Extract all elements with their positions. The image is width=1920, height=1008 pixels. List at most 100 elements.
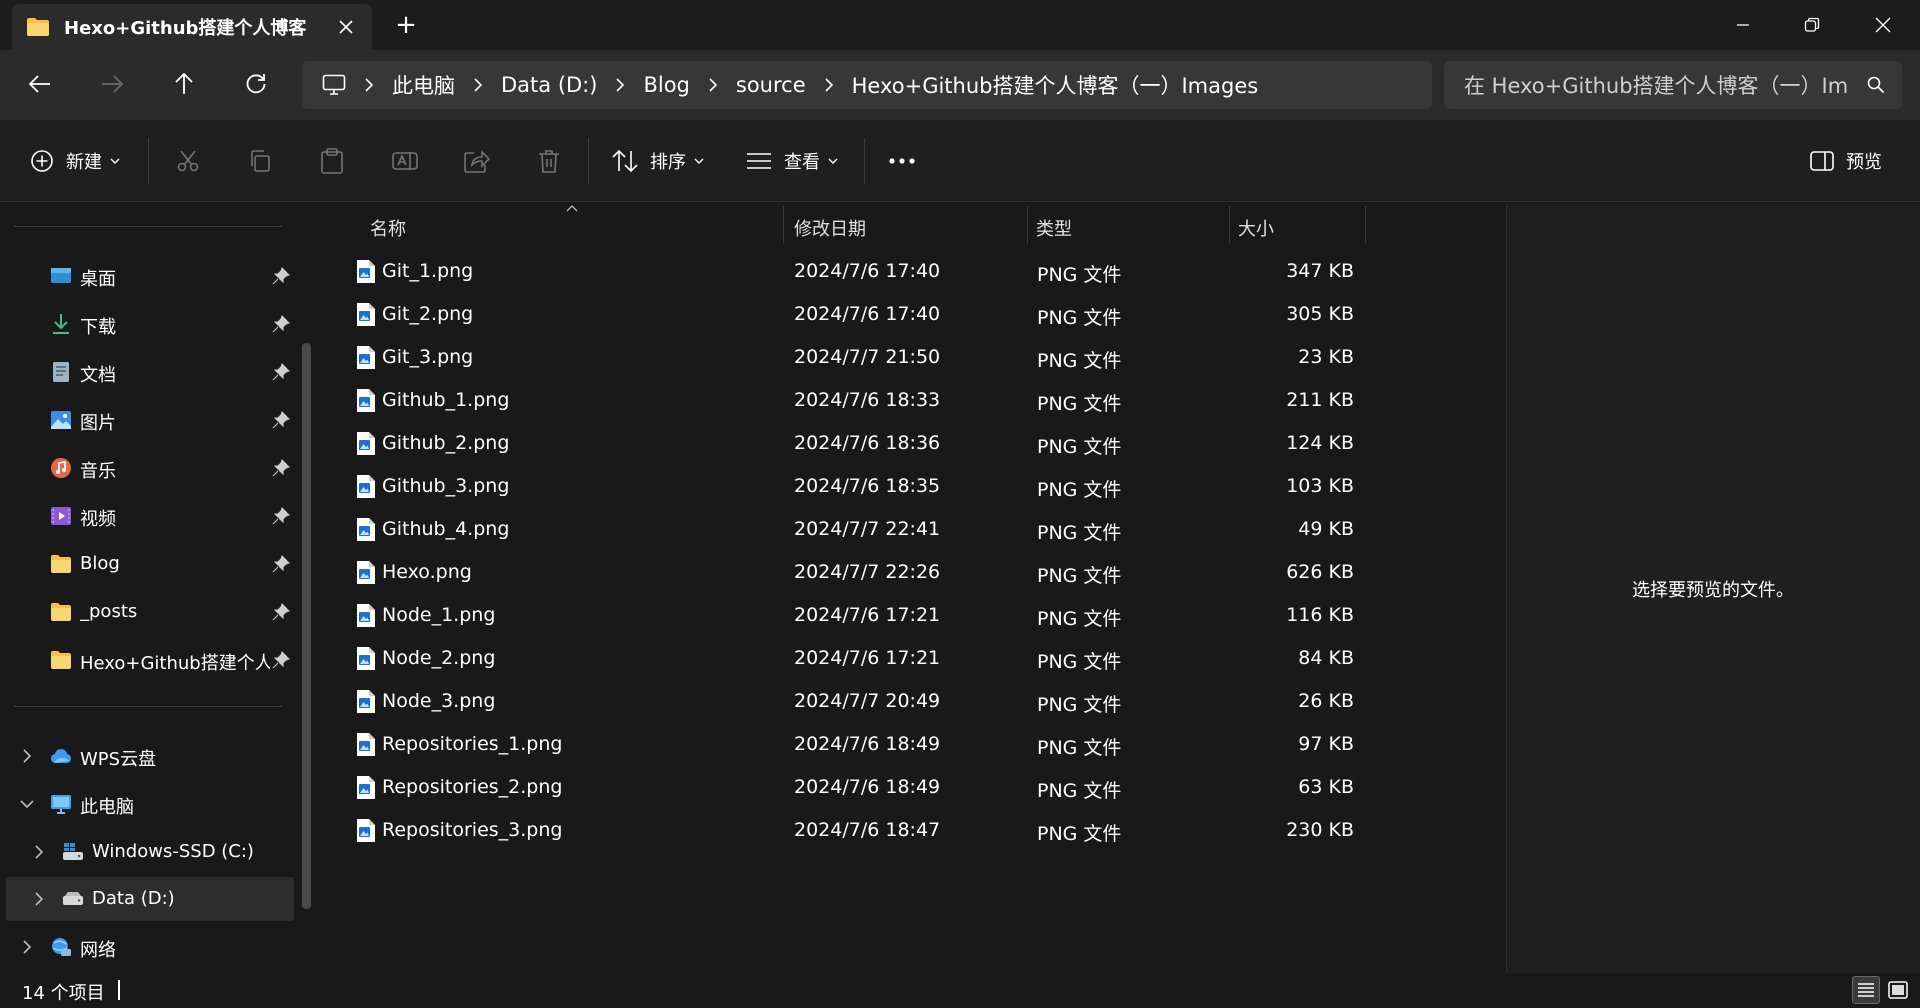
forward-button[interactable] — [92, 64, 132, 104]
file-row[interactable]: Repositories_2.png 2024/7/6 18:49 PNG 文件 63… — [340, 766, 1370, 809]
refresh-icon — [246, 74, 266, 94]
sidebar-item-blog[interactable]: Blog — [0, 542, 300, 586]
pin-icon[interactable] — [272, 411, 290, 429]
view-button[interactable]: 查看 — [746, 146, 838, 176]
sidebar-item-downloads[interactable]: 下载 — [0, 302, 300, 346]
file-row[interactable]: Node_1.png 2024/7/6 17:21 PNG 文件 116 KB — [340, 594, 1370, 637]
sidebar-item-hexo-images[interactable]: Hexo+Github搭建个人博客（一）Images — [0, 638, 300, 682]
preview-pane-icon — [1810, 151, 1834, 171]
preview-pane-button[interactable]: 预览 — [1810, 146, 1882, 176]
breadcrumb-item[interactable]: source — [736, 73, 806, 97]
column-separator[interactable] — [1027, 206, 1028, 244]
file-row[interactable]: Node_3.png 2024/7/7 20:49 PNG 文件 26 KB — [340, 680, 1370, 723]
sidebar-item-network[interactable]: 网络 — [0, 925, 300, 969]
file-row[interactable]: Repositories_3.png 2024/7/6 18:47 PNG 文件 23… — [340, 809, 1370, 852]
sort-button[interactable]: 排序 — [612, 146, 704, 176]
address-bar[interactable]: 此电脑 Data (D:) Blog source Hexo+Github搭建个… — [302, 61, 1432, 109]
toolbar-divider — [148, 138, 149, 184]
new-button[interactable]: 新建 — [30, 146, 120, 176]
breadcrumb-item[interactable]: Hexo+Github搭建个人博客（一）Images — [852, 70, 1259, 100]
breadcrumb-item[interactable]: Data (D:) — [501, 73, 597, 97]
column-header-size[interactable]: 大小 — [1238, 210, 1363, 246]
paste-button[interactable] — [320, 146, 344, 176]
back-button[interactable] — [20, 64, 60, 104]
sidebar-item-windows-ssd[interactable]: Windows-SSD (C:) — [0, 830, 300, 874]
pin-icon[interactable] — [272, 603, 290, 621]
pin-icon[interactable] — [272, 459, 290, 477]
pin-icon[interactable] — [272, 507, 290, 525]
close-tab-icon[interactable] — [334, 15, 358, 39]
file-size: 49 KB — [1298, 518, 1354, 540]
chevron-down-icon[interactable] — [18, 795, 36, 813]
sidebar-item-videos[interactable]: 视频 — [0, 494, 300, 538]
tab-active[interactable]: Hexo+Github搭建个人博客（一 — [12, 4, 372, 50]
more-options-button[interactable] — [888, 146, 916, 176]
close-window-button[interactable] — [1860, 8, 1906, 42]
file-row[interactable]: Git_2.png 2024/7/6 17:40 PNG 文件 305 KB — [340, 293, 1370, 336]
file-date: 2024/7/6 18:33 — [794, 389, 941, 411]
column-header-label: 大小 — [1238, 219, 1274, 240]
pin-icon[interactable] — [272, 363, 290, 381]
column-separator[interactable] — [783, 206, 784, 244]
file-row[interactable]: Github_3.png 2024/7/6 18:35 PNG 文件 103 KB — [340, 465, 1370, 508]
column-separator[interactable] — [1229, 206, 1230, 244]
add-circle-icon — [31, 150, 53, 172]
restore-button[interactable] — [1789, 8, 1835, 42]
pin-icon[interactable] — [272, 555, 290, 573]
search-input[interactable]: 在 Hexo+Github搭建个人博客（一）Images 中搜索 — [1444, 61, 1902, 109]
breadcrumb-item[interactable]: Blog — [643, 73, 689, 97]
column-header-date[interactable]: 修改日期 — [794, 210, 1024, 246]
column-header-type[interactable]: 类型 — [1036, 210, 1226, 246]
sidebar-item-pictures[interactable]: 图片 — [0, 398, 300, 442]
folder-icon — [51, 651, 71, 669]
tiles-view-button[interactable] — [1884, 976, 1912, 1004]
details-view-button[interactable] — [1852, 976, 1880, 1004]
up-button[interactable] — [164, 64, 204, 104]
breadcrumb-item[interactable]: 此电脑 — [392, 70, 455, 100]
file-row[interactable]: Hexo.png 2024/7/7 22:26 PNG 文件 626 KB — [340, 551, 1370, 594]
sidebar-item-data-drive[interactable]: Data (D:) — [6, 877, 294, 921]
minimize-button[interactable] — [1720, 8, 1766, 42]
file-row[interactable]: Git_3.png 2024/7/7 21:50 PNG 文件 23 KB — [340, 336, 1370, 379]
chevron-right-icon[interactable] — [18, 938, 36, 956]
sidebar-item-music[interactable]: 音乐 — [0, 446, 300, 490]
chevron-right-icon[interactable] — [18, 747, 36, 765]
pin-icon[interactable] — [272, 651, 290, 669]
file-type: PNG 文件 — [1037, 350, 1122, 372]
sidebar-item-wps-cloud[interactable]: WPS云盘 — [0, 734, 300, 778]
file-row[interactable]: Github_4.png 2024/7/7 22:41 PNG 文件 49 KB — [340, 508, 1370, 551]
refresh-button[interactable] — [236, 64, 276, 104]
sidebar-item-label: 文档 — [80, 365, 116, 386]
sidebar-item-posts[interactable]: _posts — [0, 590, 300, 634]
sidebar-item-documents[interactable]: 文档 — [0, 350, 300, 394]
new-tab-button[interactable]: + — [393, 12, 419, 38]
column-header-name[interactable]: 名称 — [370, 210, 780, 246]
chevron-right-icon[interactable] — [30, 890, 48, 908]
file-row[interactable]: Repositories_1.png 2024/7/6 18:49 PNG 文件 97… — [340, 723, 1370, 766]
chevron-right-icon[interactable] — [30, 843, 48, 861]
sidebar-scrollbar[interactable] — [302, 343, 311, 909]
sidebar-item-this-pc[interactable]: 此电脑 — [0, 782, 300, 826]
cut-button[interactable] — [176, 146, 200, 176]
rename-button[interactable] — [392, 146, 418, 176]
copy-button[interactable] — [248, 146, 272, 176]
sidebar-item-desktop[interactable]: 桌面 — [0, 254, 300, 298]
pin-icon[interactable] — [272, 315, 290, 333]
file-size: 84 KB — [1298, 647, 1354, 669]
share-button[interactable] — [464, 146, 490, 176]
file-row[interactable]: Github_1.png 2024/7/6 18:33 PNG 文件 211 KB — [340, 379, 1370, 422]
toolbar-divider — [588, 138, 589, 184]
png-file-icon — [357, 389, 375, 412]
text-cursor — [118, 980, 120, 1000]
delete-button[interactable] — [538, 146, 560, 176]
rename-icon — [392, 152, 418, 170]
file-row[interactable]: Node_2.png 2024/7/6 17:21 PNG 文件 84 KB — [340, 637, 1370, 680]
pin-icon[interactable] — [272, 267, 290, 285]
file-name: Repositories_2.png — [382, 776, 563, 798]
file-row[interactable]: Git_1.png 2024/7/6 17:40 PNG 文件 347 KB — [340, 250, 1370, 293]
sidebar-item-label: 下载 — [80, 317, 116, 338]
file-row[interactable]: Github_2.png 2024/7/6 18:36 PNG 文件 124 KB — [340, 422, 1370, 465]
column-separator[interactable] — [1365, 206, 1366, 244]
details-view-icon — [1858, 983, 1874, 997]
column-header-label: 修改日期 — [794, 219, 866, 240]
